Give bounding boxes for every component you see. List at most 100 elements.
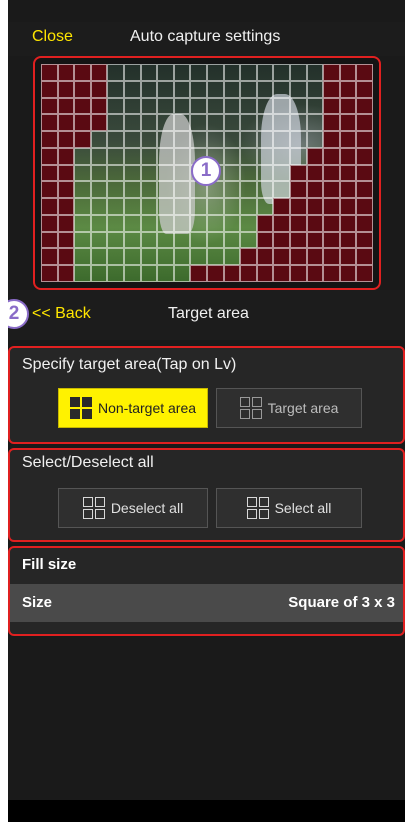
- grid-cell-target[interactable]: [140, 131, 158, 148]
- grid-cell-non-target[interactable]: [90, 64, 108, 81]
- grid-cell-target[interactable]: [256, 164, 274, 182]
- grid-cell-target[interactable]: [256, 147, 274, 165]
- grid-cell-non-target[interactable]: [356, 147, 373, 165]
- grid-cell-target[interactable]: [157, 147, 174, 165]
- grid-cell-non-target[interactable]: [90, 97, 108, 115]
- grid-cell-target[interactable]: [90, 181, 108, 199]
- grid-cell-target[interactable]: [90, 248, 108, 266]
- grid-cell-non-target[interactable]: [207, 265, 224, 282]
- grid-cell-non-target[interactable]: [290, 181, 307, 199]
- grid-cell-target[interactable]: [173, 265, 191, 282]
- grid-cell-target[interactable]: [273, 97, 290, 115]
- grid-cell-non-target[interactable]: [57, 64, 75, 81]
- grid-cell-target[interactable]: [207, 80, 224, 98]
- grid-cell-target[interactable]: [157, 181, 174, 199]
- grid-cell-target[interactable]: [240, 231, 257, 249]
- grid-cell-target[interactable]: [240, 80, 257, 98]
- grid-cell-target[interactable]: [223, 164, 241, 182]
- grid-cell-target[interactable]: [273, 64, 290, 81]
- grid-cell-non-target[interactable]: [356, 214, 373, 232]
- grid-cell-non-target[interactable]: [74, 97, 91, 115]
- grid-cell-target[interactable]: [157, 80, 174, 98]
- grid-cell-non-target[interactable]: [41, 97, 58, 115]
- grid-cell-target[interactable]: [74, 181, 91, 199]
- grid-cell-non-target[interactable]: [339, 198, 357, 215]
- grid-cell-target[interactable]: [124, 214, 141, 232]
- grid-cell-target[interactable]: [173, 80, 191, 98]
- grid-cell-target[interactable]: [207, 248, 224, 266]
- grid-cell-target[interactable]: [190, 131, 207, 148]
- grid-cell-target[interactable]: [240, 64, 257, 81]
- grid-cell-non-target[interactable]: [273, 231, 290, 249]
- grid-cell-non-target[interactable]: [339, 265, 357, 282]
- grid-cell-non-target[interactable]: [256, 231, 274, 249]
- grid-cell-non-target[interactable]: [57, 80, 75, 98]
- grid-cell-non-target[interactable]: [306, 214, 324, 232]
- grid-cell-target[interactable]: [107, 231, 124, 249]
- grid-cell-non-target[interactable]: [323, 147, 340, 165]
- grid-cell-target[interactable]: [74, 214, 91, 232]
- grid-cell-non-target[interactable]: [323, 164, 340, 182]
- grid-cell-non-target[interactable]: [356, 97, 373, 115]
- grid-cell-target[interactable]: [256, 64, 274, 81]
- grid-cell-target[interactable]: [223, 114, 241, 132]
- grid-cell-non-target[interactable]: [41, 64, 58, 81]
- grid-cell-non-target[interactable]: [339, 80, 357, 98]
- grid-cell-non-target[interactable]: [256, 214, 274, 232]
- grid-cell-non-target[interactable]: [323, 114, 340, 132]
- grid-cell-target[interactable]: [173, 131, 191, 148]
- grid-cell-target[interactable]: [190, 248, 207, 266]
- grid-cell-target[interactable]: [157, 97, 174, 115]
- grid-cell-target[interactable]: [223, 198, 241, 215]
- grid-cell-target[interactable]: [74, 248, 91, 266]
- grid-cell-target[interactable]: [190, 231, 207, 249]
- grid-cell-non-target[interactable]: [339, 214, 357, 232]
- grid-cell-target[interactable]: [107, 147, 124, 165]
- grid-cell-target[interactable]: [190, 214, 207, 232]
- grid-cell-non-target[interactable]: [57, 147, 75, 165]
- grid-cell-non-target[interactable]: [90, 80, 108, 98]
- grid-cell-target[interactable]: [90, 131, 108, 148]
- grid-cell-non-target[interactable]: [57, 248, 75, 266]
- grid-cell-non-target[interactable]: [306, 248, 324, 266]
- grid-cell-target[interactable]: [306, 97, 324, 115]
- grid-cell-target[interactable]: [157, 198, 174, 215]
- select-all-button[interactable]: Select all: [216, 488, 362, 528]
- grid-cell-non-target[interactable]: [41, 80, 58, 98]
- grid-cell-non-target[interactable]: [323, 231, 340, 249]
- grid-cell-target[interactable]: [140, 164, 158, 182]
- grid-cell-target[interactable]: [223, 147, 241, 165]
- grid-cell-non-target[interactable]: [41, 214, 58, 232]
- grid-cell-target[interactable]: [190, 198, 207, 215]
- grid-cell-non-target[interactable]: [223, 265, 241, 282]
- grid-cell-target[interactable]: [140, 248, 158, 266]
- grid-cell-target[interactable]: [273, 147, 290, 165]
- grid-cell-non-target[interactable]: [57, 97, 75, 115]
- grid-cell-target[interactable]: [223, 214, 241, 232]
- grid-cell-target[interactable]: [107, 80, 124, 98]
- grid-cell-target[interactable]: [190, 114, 207, 132]
- grid-cell-target[interactable]: [273, 181, 290, 199]
- grid-cell-target[interactable]: [124, 64, 141, 81]
- grid-cell-target[interactable]: [74, 231, 91, 249]
- grid-cell-target[interactable]: [240, 214, 257, 232]
- grid-cell-target[interactable]: [223, 131, 241, 148]
- grid-cell-target[interactable]: [124, 131, 141, 148]
- grid-cell-non-target[interactable]: [356, 265, 373, 282]
- grid-cell-target[interactable]: [207, 231, 224, 249]
- grid-cell-non-target[interactable]: [273, 265, 290, 282]
- grid-cell-target[interactable]: [190, 64, 207, 81]
- grid-cell-target[interactable]: [173, 181, 191, 199]
- grid-cell-target[interactable]: [124, 164, 141, 182]
- grid-cell-non-target[interactable]: [306, 181, 324, 199]
- grid-cell-non-target[interactable]: [41, 131, 58, 148]
- grid-cell-non-target[interactable]: [323, 198, 340, 215]
- grid-cell-target[interactable]: [124, 198, 141, 215]
- grid-cell-target[interactable]: [124, 181, 141, 199]
- grid-cell-target[interactable]: [306, 64, 324, 81]
- grid-cell-target[interactable]: [273, 80, 290, 98]
- grid-cell-non-target[interactable]: [323, 248, 340, 266]
- grid-cell-target[interactable]: [273, 131, 290, 148]
- grid-cell-non-target[interactable]: [290, 164, 307, 182]
- grid-cell-target[interactable]: [207, 198, 224, 215]
